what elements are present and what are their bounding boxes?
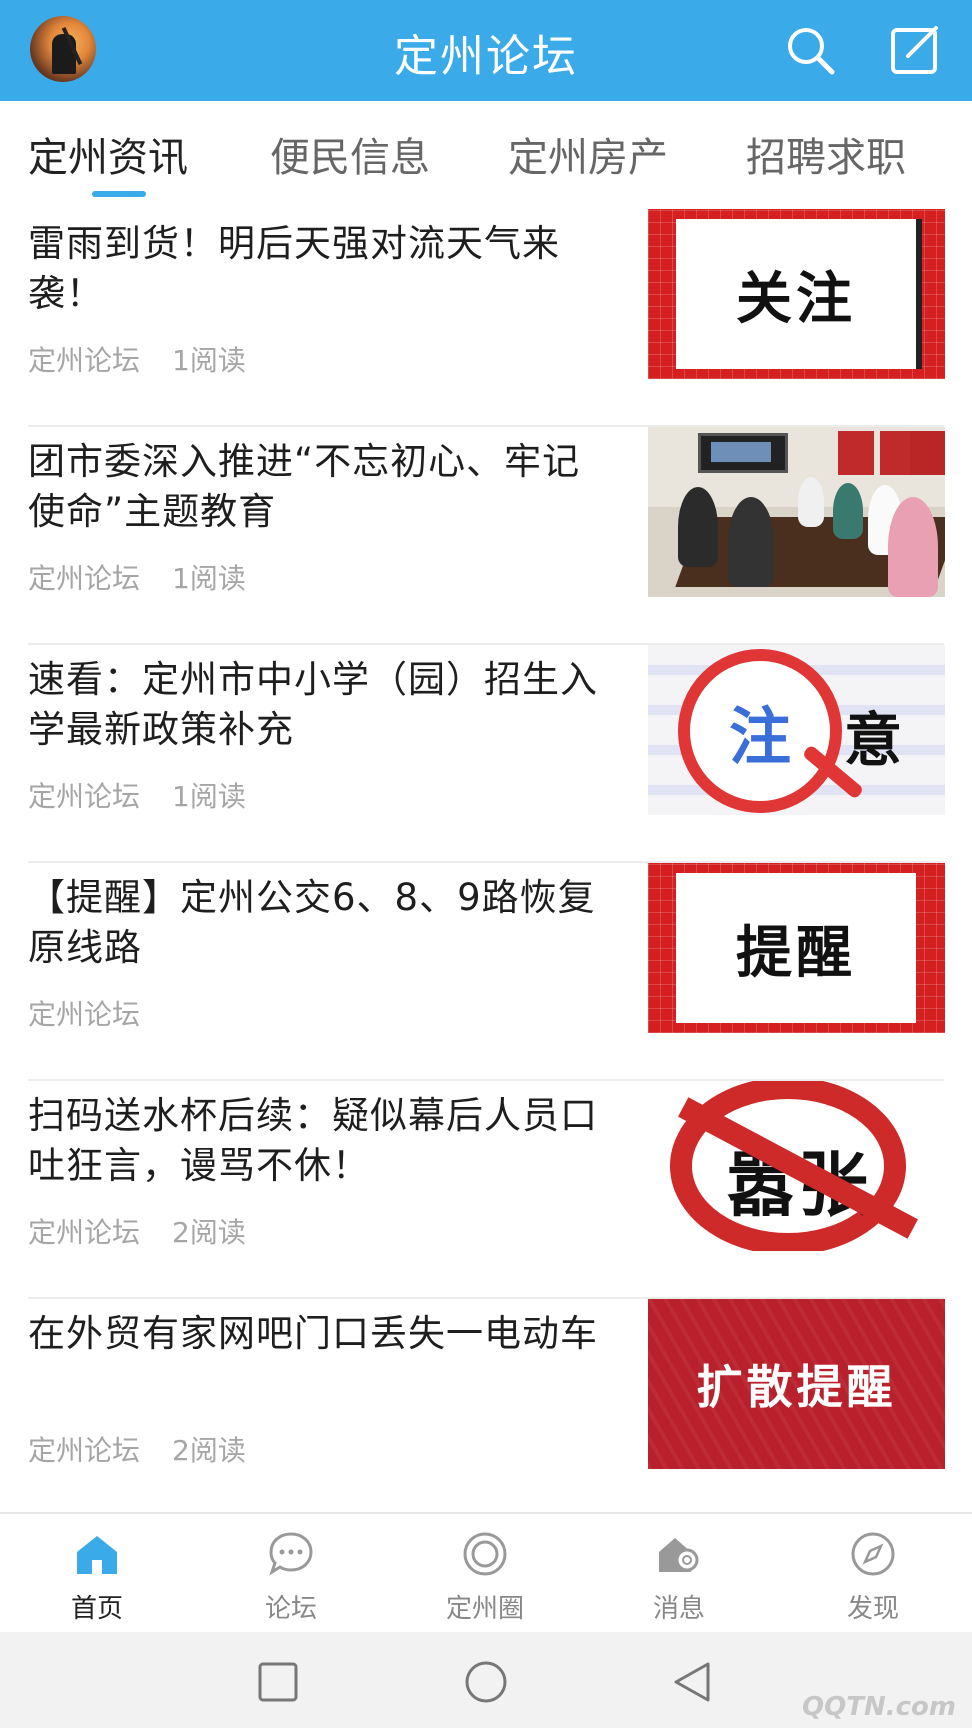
nav-dingzhou-circle[interactable]: 定州圈 bbox=[425, 1530, 545, 1625]
news-meta: 定州论坛 1阅读 bbox=[28, 557, 246, 597]
home-icon bbox=[73, 1530, 121, 1578]
category-tabs: 定州资讯 便民信息 定州房产 招聘求职 bbox=[0, 101, 972, 197]
back-triangle-icon[interactable] bbox=[670, 1660, 714, 1704]
news-reads: 1阅读 bbox=[172, 780, 246, 813]
list-item[interactable]: 【提醒】定州公交6、8、9路恢复原线路 定州论坛 提醒 bbox=[0, 863, 972, 1081]
news-source: 定州论坛 bbox=[28, 562, 141, 595]
nav-home[interactable]: 首页 bbox=[37, 1530, 157, 1625]
thumbnail-label: 意 bbox=[844, 706, 903, 774]
chat-bubble-icon bbox=[267, 1530, 315, 1578]
compass-icon bbox=[849, 1530, 897, 1578]
news-meta: 定州论坛 1阅读 bbox=[28, 339, 246, 379]
thumbnail-person bbox=[833, 483, 863, 539]
news-meta: 定州论坛 2阅读 bbox=[28, 1429, 246, 1469]
nav-discover[interactable]: 发现 bbox=[813, 1530, 933, 1625]
circle-icon bbox=[461, 1530, 509, 1578]
news-source: 定州论坛 bbox=[28, 1216, 141, 1249]
watermark: QQTN.com bbox=[802, 1692, 956, 1722]
list-item[interactable]: 在外贸有家网吧门口丢失一电动车 定州论坛 2阅读 扩散提醒 bbox=[0, 1299, 972, 1517]
news-thumbnail-meeting-photo bbox=[648, 427, 945, 597]
news-thumbnail: 扩散提醒 bbox=[648, 1299, 945, 1469]
nav-messages[interactable]: 消息 bbox=[619, 1530, 739, 1625]
news-thumbnail: 注 意 bbox=[648, 645, 945, 815]
news-title: 雷雨到货！明后天强对流天气来袭！ bbox=[28, 222, 560, 315]
system-navigation-bar: QQTN.com bbox=[0, 1632, 972, 1728]
news-source: 定州论坛 bbox=[28, 1434, 141, 1467]
thumbnail-label: 关注 bbox=[676, 219, 916, 369]
news-reads: 2阅读 bbox=[172, 1434, 246, 1467]
thumbnail-tv bbox=[698, 433, 788, 473]
edit-icon[interactable] bbox=[888, 22, 944, 78]
thumbnail-label: 提醒 bbox=[676, 873, 916, 1023]
news-meta: 定州论坛 2阅读 bbox=[28, 1211, 246, 1251]
nav-label: 首页 bbox=[70, 1594, 123, 1624]
nav-label: 论坛 bbox=[264, 1594, 317, 1624]
bottom-navigation: 首页 论坛 定州圈 消息 发现 bbox=[0, 1512, 972, 1634]
message-house-icon bbox=[655, 1530, 703, 1578]
list-item[interactable]: 团市委深入推进“不忘初心、牢记使命”主题教育 定州论坛 1阅读 bbox=[0, 427, 972, 645]
news-reads: 2阅读 bbox=[172, 1216, 246, 1249]
tab-dingzhou-news[interactable]: 定州资讯 bbox=[28, 125, 188, 183]
thumbnail-person bbox=[888, 497, 938, 597]
news-title: 扫码送水杯后续：疑似幕后人员口吐狂言，谩骂不休！ bbox=[28, 1094, 598, 1187]
home-circle-icon[interactable] bbox=[464, 1660, 508, 1704]
thumbnail-board bbox=[838, 431, 874, 475]
news-title: 在外贸有家网吧门口丢失一电动车 bbox=[28, 1312, 598, 1355]
list-item[interactable]: 雷雨到货！明后天强对流天气来袭！ 定州论坛 1阅读 关注 bbox=[0, 209, 972, 427]
list-item[interactable]: 速看：定州市中小学（园）招生入学最新政策补充 定州论坛 1阅读 注 意 bbox=[0, 645, 972, 863]
news-source: 定州论坛 bbox=[28, 998, 141, 1031]
tab-convenience-info[interactable]: 便民信息 bbox=[270, 125, 430, 183]
thumbnail-person bbox=[798, 477, 824, 527]
tab-real-estate[interactable]: 定州房产 bbox=[508, 125, 668, 183]
news-thumbnail: 嚣张 bbox=[648, 1081, 945, 1251]
nav-forum[interactable]: 论坛 bbox=[231, 1530, 351, 1625]
tab-jobs[interactable]: 招聘求职 bbox=[746, 125, 906, 183]
nav-label: 定州圈 bbox=[445, 1594, 524, 1624]
top-app-bar: 定州论坛 bbox=[0, 0, 972, 101]
news-source: 定州论坛 bbox=[28, 344, 141, 377]
recent-apps-icon[interactable] bbox=[256, 1660, 300, 1704]
nav-label: 消息 bbox=[652, 1594, 705, 1624]
thumbnail-person bbox=[728, 497, 774, 587]
news-reads: 1阅读 bbox=[172, 344, 246, 377]
active-tab-indicator bbox=[92, 191, 146, 197]
thumbnail-board bbox=[910, 431, 945, 475]
nav-label: 发现 bbox=[846, 1594, 899, 1624]
search-icon[interactable] bbox=[782, 22, 838, 78]
magnifier-ring: 注 bbox=[678, 649, 842, 813]
news-meta: 定州论坛 1阅读 bbox=[28, 775, 246, 815]
news-thumbnail: 提醒 bbox=[648, 863, 945, 1033]
news-reads: 1阅读 bbox=[172, 562, 246, 595]
news-source: 定州论坛 bbox=[28, 780, 141, 813]
news-title: 团市委深入推进“不忘初心、牢记使命”主题教育 bbox=[28, 440, 581, 533]
news-meta: 定州论坛 bbox=[28, 993, 172, 1033]
news-thumbnail: 关注 bbox=[648, 209, 945, 379]
list-item[interactable]: 扫码送水杯后续：疑似幕后人员口吐狂言，谩骂不休！ 定州论坛 2阅读 嚣张 bbox=[0, 1081, 972, 1299]
news-title: 【提醒】定州公交6、8、9路恢复原线路 bbox=[28, 876, 596, 969]
thumbnail-person bbox=[678, 487, 718, 567]
news-title: 速看：定州市中小学（园）招生入学最新政策补充 bbox=[28, 658, 598, 751]
